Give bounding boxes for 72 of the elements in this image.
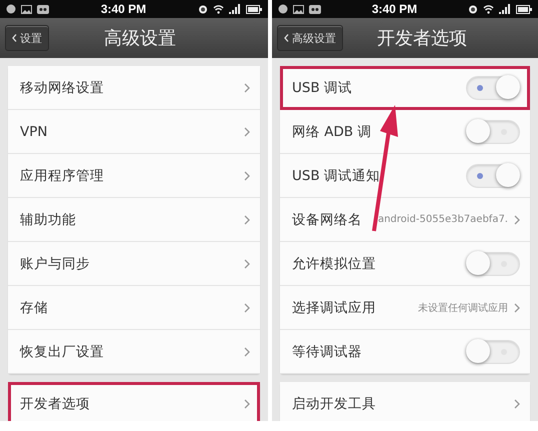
alarm-icon — [198, 4, 208, 14]
row-label: 允许模拟位置 — [292, 254, 377, 272]
settings-row[interactable]: 恢复出厂设置 — [8, 330, 260, 374]
chevron-icon — [244, 302, 250, 312]
settings-row[interactable]: 选择调试应用 未设置任何调试应用 — [280, 286, 530, 330]
signal-icon — [229, 4, 241, 14]
back-button[interactable]: 设置 — [5, 25, 49, 51]
back-icon — [284, 34, 289, 42]
settings-row[interactable]: 设备网络名 android-5055e3b7aebfa7. — [280, 198, 530, 242]
signal-icon — [499, 4, 511, 14]
screen-title: 高级设置 — [103, 27, 177, 50]
settings-row[interactable]: 启动开发工具 — [280, 382, 530, 421]
row-label: 设备网络名 — [292, 210, 363, 228]
status-time: 3:40 PM — [370, 2, 418, 16]
toggle-switch[interactable] — [466, 340, 520, 364]
row-value: android-5055e3b7aebfa7. — [378, 214, 508, 225]
image-icon — [21, 4, 32, 14]
wifi-icon — [483, 4, 494, 14]
settings-row[interactable]: 开发者选项 — [8, 382, 260, 421]
row-label: USB 调试 — [292, 78, 354, 96]
settings-row[interactable]: 账户与同步 — [8, 242, 260, 286]
row-label: 选择调试应用 — [292, 298, 377, 316]
battery-icon — [246, 4, 262, 14]
toggle-switch[interactable] — [466, 164, 520, 188]
row-label: USB 调试通知 — [292, 166, 382, 184]
notification-icon — [278, 4, 288, 14]
back-button[interactable]: 高级设置 — [277, 25, 343, 51]
settings-row[interactable]: 等待调试器 — [280, 330, 530, 374]
settings-row[interactable]: VPN — [8, 110, 260, 154]
notification-icon — [6, 4, 16, 14]
row-label: 启动开发工具 — [292, 394, 377, 412]
wifi-icon — [213, 4, 224, 14]
row-label: 辅助功能 — [20, 210, 77, 228]
alarm-icon — [468, 4, 478, 14]
settings-row[interactable]: 存储 — [8, 286, 260, 330]
chevron-icon — [244, 258, 250, 268]
row-label: 账户与同步 — [20, 254, 91, 272]
settings-row[interactable]: 移动网络设置 — [8, 66, 260, 110]
chevron-icon — [514, 398, 520, 408]
chevron-icon — [244, 170, 250, 180]
voicemail-icon — [37, 4, 49, 14]
chevron-icon — [244, 126, 250, 136]
toggle-switch[interactable] — [466, 76, 520, 100]
settings-row[interactable]: USB 调试 — [280, 66, 530, 110]
image-icon — [293, 4, 304, 14]
row-label: 等待调试器 — [292, 342, 363, 360]
chevron-icon — [244, 398, 250, 408]
chevron-icon — [244, 82, 250, 92]
chevron-icon — [244, 346, 250, 356]
chevron-icon — [514, 302, 520, 312]
voicemail-icon — [309, 4, 321, 14]
row-label: VPN — [20, 124, 48, 140]
settings-row[interactable]: 应用程序管理 — [8, 154, 260, 198]
row-label: 应用程序管理 — [20, 166, 105, 184]
row-label: 移动网络设置 — [20, 78, 105, 96]
battery-icon — [516, 4, 532, 14]
row-value: 未设置任何调试应用 — [418, 302, 508, 314]
chevron-icon — [514, 214, 520, 224]
settings-row[interactable]: 辅助功能 — [8, 198, 260, 242]
row-label: 存储 — [20, 298, 49, 316]
settings-row[interactable]: USB 调试通知 — [280, 154, 530, 198]
status-time: 3:40 PM — [100, 2, 148, 16]
screen-title: 开发者选项 — [376, 27, 468, 50]
row-label: 恢复出厂设置 — [20, 342, 105, 360]
row-label: 网络 ADB 调 — [292, 122, 372, 140]
back-icon — [12, 34, 17, 42]
chevron-icon — [244, 214, 250, 224]
settings-row[interactable]: 网络 ADB 调 — [280, 110, 530, 154]
row-label: 开发者选项 — [20, 394, 91, 412]
toggle-switch[interactable] — [466, 120, 520, 144]
settings-row[interactable]: 允许模拟位置 — [280, 242, 530, 286]
toggle-switch[interactable] — [466, 252, 520, 276]
